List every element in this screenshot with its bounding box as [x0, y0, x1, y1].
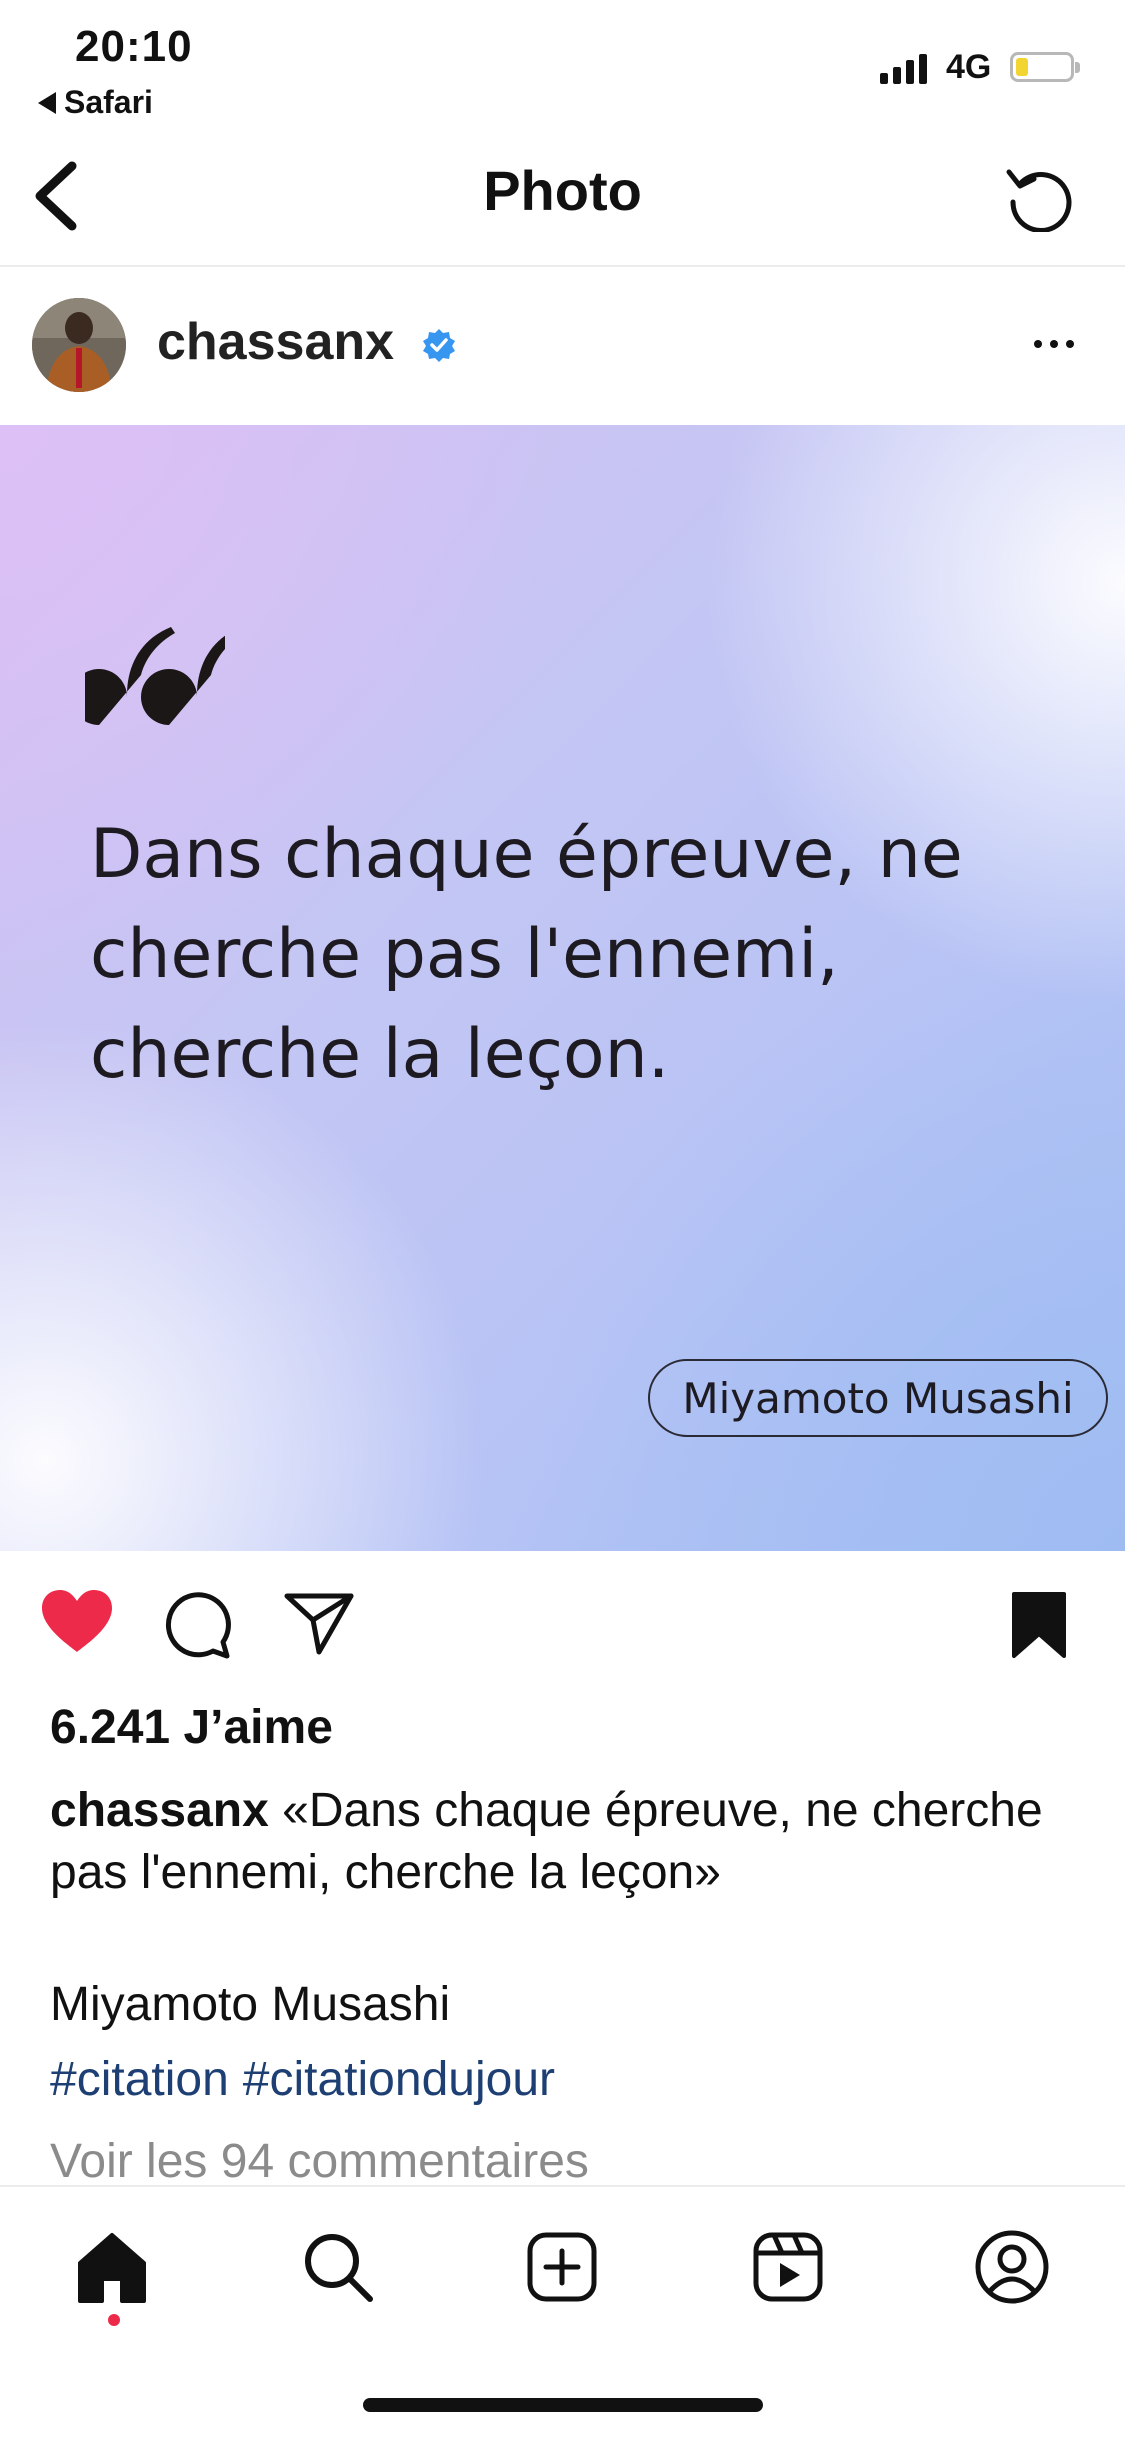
post-image[interactable]: Dans chaque épreuve, ne cherche pas l'en… — [0, 425, 1125, 1551]
reels-icon[interactable] — [748, 2227, 828, 2307]
view-comments-link[interactable]: Voir les 94 commentaires — [50, 2134, 589, 2189]
caption-username[interactable]: chassanx — [50, 1784, 269, 1837]
back-app-label: Safari — [64, 84, 153, 120]
home-active-dot — [108, 2314, 120, 2326]
more-options-icon[interactable] — [1034, 340, 1074, 348]
quote-text: Dans chaque épreuve, ne cherche pas l'en… — [90, 815, 963, 1094]
quote-author-pill: Miyamoto Musashi — [648, 1359, 1108, 1437]
quote-mark-icon — [85, 627, 225, 725]
avatar-image — [32, 298, 126, 392]
verified-badge-icon — [423, 329, 455, 362]
like-count[interactable]: 6.241 J’aime — [50, 1700, 333, 1755]
profile-icon[interactable] — [972, 2227, 1052, 2307]
back-to-app-link[interactable]: Safari — [38, 84, 153, 121]
bookmark-icon[interactable] — [1010, 1590, 1068, 1660]
status-time: 20:10 — [75, 22, 193, 71]
hashtag-link[interactable]: #citation — [50, 2053, 229, 2106]
post-username[interactable]: chassanx — [157, 312, 394, 372]
comment-icon[interactable] — [163, 1590, 233, 1660]
avatar[interactable] — [32, 298, 126, 392]
refresh-icon[interactable] — [1004, 162, 1074, 232]
caption: chassanx «Dans chaque épreuve, ne cherch… — [50, 1780, 1090, 1904]
hashtag-link[interactable]: #citationdujour — [243, 2053, 555, 2106]
divider — [0, 265, 1125, 267]
back-triangle-icon — [38, 91, 56, 114]
home-icon[interactable] — [72, 2227, 152, 2307]
signal-icon — [880, 52, 927, 84]
home-indicator — [363, 2398, 763, 2412]
search-icon[interactable] — [298, 2227, 378, 2307]
page-title: Photo — [483, 159, 642, 222]
caption-author: Miyamoto Musashi — [50, 1978, 451, 2031]
like-heart-icon[interactable] — [40, 1588, 114, 1654]
share-icon[interactable] — [283, 1590, 355, 1656]
create-icon[interactable] — [522, 2227, 602, 2307]
battery-icon — [1010, 52, 1080, 82]
network-label: 4G — [946, 48, 992, 86]
hashtags: #citation #citationdujour — [50, 2052, 569, 2107]
chevron-left-icon[interactable] — [28, 158, 88, 234]
